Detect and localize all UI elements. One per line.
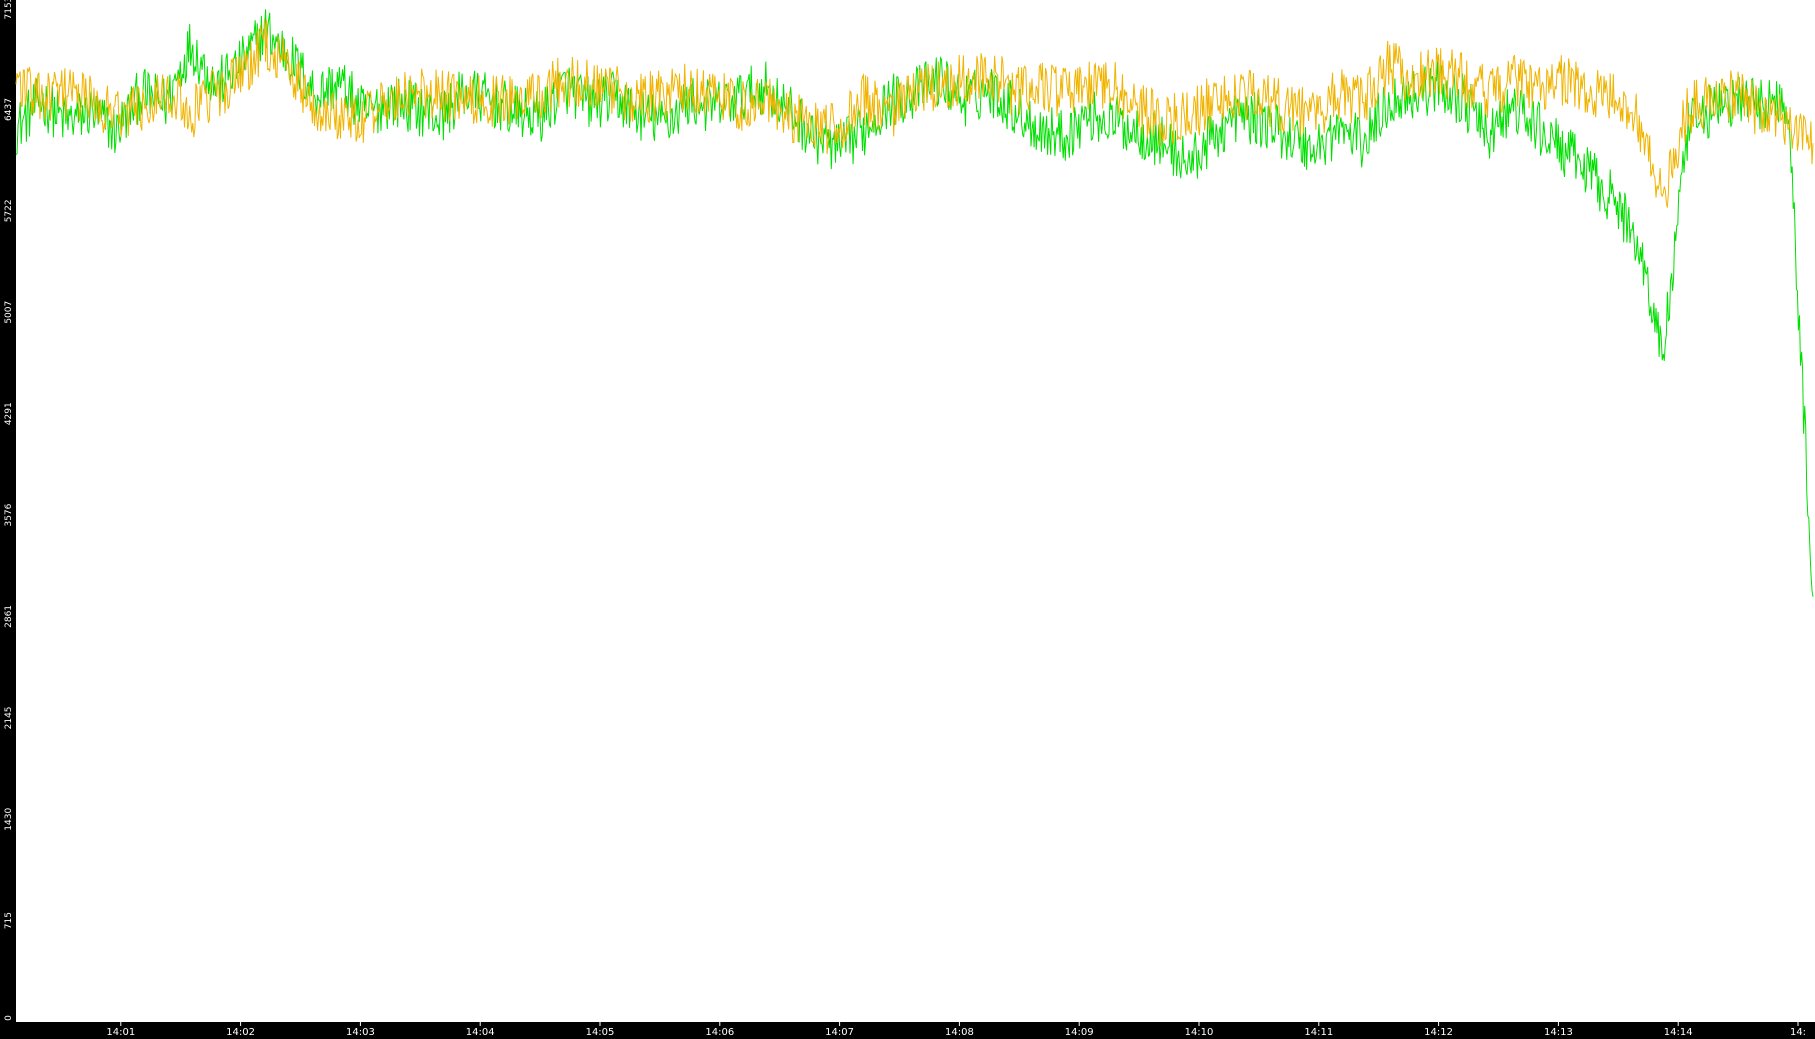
x-tick-label: 14: [1790,1027,1806,1038]
x-tick-label: 14:06 [705,1027,734,1038]
chart-container: 0 715 1430 2145 2861 3576 4291 5007 5722 6437 7153… [0,0,1815,1039]
x-tick-label: 14:04 [466,1027,495,1038]
x-tick-label: 14:10 [1185,1027,1214,1038]
y-tick-label: 5722 [4,199,14,222]
x-tick-label: 14:08 [945,1027,974,1038]
x-tick-label: 14:07 [825,1027,854,1038]
y-tick-label: 4291 [4,402,14,425]
x-tick-label: 14:02 [226,1027,255,1038]
x-tick-label: 14:09 [1065,1027,1094,1038]
x-tick-label: 14:12 [1424,1027,1453,1038]
x-tick-label: 14:14 [1664,1027,1693,1038]
y-tick-label: 2145 [4,706,14,729]
x-tick-label: 14:13 [1544,1027,1573,1038]
y-tick-label: 715 [4,912,14,929]
y-tick-label: 7153 [4,0,14,19]
y-tick-label: 3576 [4,503,14,526]
x-tick-label: 14:05 [586,1027,615,1038]
plot-background [0,0,1815,1039]
x-tick-label: 14:01 [106,1027,135,1038]
y-tick-label: 6437 [4,98,14,121]
y-tick-label: 2861 [4,605,14,628]
y-tick-label: 0 [4,1015,14,1021]
x-axis-strip [0,1022,1815,1039]
line-chart: 0 715 1430 2145 2861 3576 4291 5007 5722 6437 7153… [0,0,1815,1039]
y-tick-label: 1430 [4,808,14,831]
y-tick-label: 5007 [4,301,14,324]
x-tick-label: 14:11 [1304,1027,1333,1038]
x-tick-label: 14:03 [346,1027,375,1038]
